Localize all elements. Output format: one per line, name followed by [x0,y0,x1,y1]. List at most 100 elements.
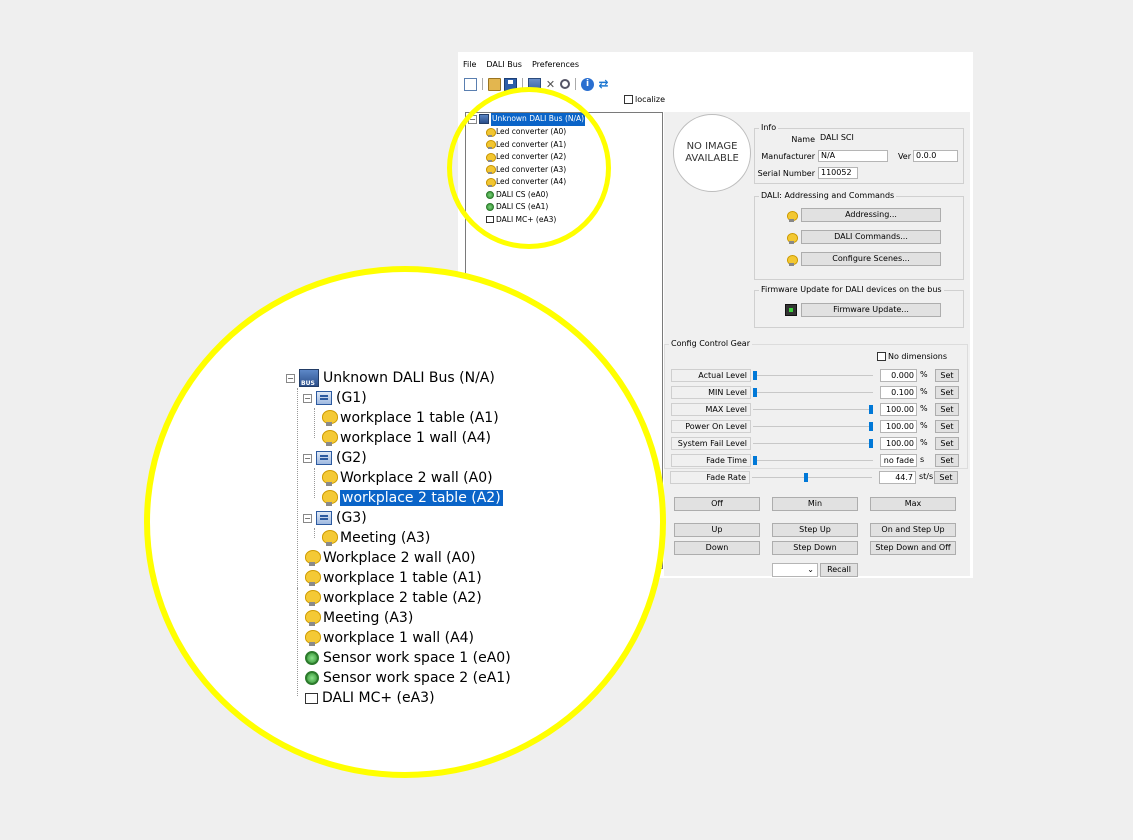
config-value[interactable]: no fade [880,454,917,467]
addressing-button[interactable]: Addressing... [801,208,941,222]
config-value[interactable]: 44.7 [879,471,916,484]
menu-file[interactable]: File [462,60,477,74]
config-unit: s [920,455,925,464]
zoom-group-g1[interactable]: − (G1) [303,388,367,408]
config-group: Config Control Gear No dimensions Actual… [664,339,968,469]
refresh-icon[interactable]: ⇄ [597,77,610,91]
zoom-group-g3[interactable]: − (G3) [303,508,367,528]
info-icon[interactable]: i [581,77,594,91]
firmware-group: Firmware Update for DALI devices on the … [754,285,964,328]
on-and-step-up-button[interactable]: On and Step Up [870,523,956,537]
step-up-button[interactable]: Step Up [772,523,858,537]
sensor-icon [305,671,319,685]
zoom-tree-item[interactable]: Sensor work space 1 (eA0) [305,648,511,668]
dali-commands-button[interactable]: DALI Commands... [801,230,941,244]
slider-track[interactable] [753,409,873,410]
slider-thumb[interactable] [869,439,873,448]
set-button[interactable]: Set [935,437,959,450]
bulb-icon [787,233,798,244]
collapse-icon[interactable]: − [303,453,312,463]
config-label: MAX Level [671,403,751,416]
slider-track[interactable] [753,443,873,444]
set-button[interactable]: Set [934,471,958,484]
collapse-icon[interactable]: − [286,373,295,383]
step-down-button[interactable]: Step Down [772,541,858,555]
group-icon [316,391,332,405]
slider-thumb[interactable] [753,388,757,397]
no-dimensions-option[interactable]: No dimensions [877,352,947,361]
localize-checkbox[interactable] [624,95,633,104]
serial-value: 110052 [818,167,858,179]
slider-thumb[interactable] [753,371,757,380]
manufacturer-value: N/A [818,150,888,162]
zoom-tree-item-selected[interactable]: workplace 2 table (A2) [322,488,503,508]
zoom-tree-item-label: workplace 1 wall (A4) [340,430,492,446]
max-button[interactable]: Max [870,497,956,511]
config-value[interactable]: 100.00 [880,437,917,450]
config-value[interactable]: 0.000 [880,369,917,382]
menu-preferences[interactable]: Preferences [531,60,580,74]
scene-select[interactable]: ⌄ [772,563,818,577]
config-row-fade-rate: Fade Rate 44.7 st/s Set [670,471,962,485]
firmware-update-button[interactable]: Firmware Update... [801,303,941,317]
zoom-tree-item[interactable]: Workplace 2 wall (A0) [305,548,476,568]
config-unit: % [920,404,928,413]
set-button[interactable]: Set [935,369,959,382]
step-down-and-off-button[interactable]: Step Down and Off [870,541,956,555]
zoom-tree-item[interactable]: DALI MC+ (eA3) [305,688,435,708]
zoom-group-g2[interactable]: − (G2) [303,448,367,468]
group-icon [316,511,332,525]
zoom-tree-root[interactable]: − Unknown DALI Bus (N/A) [286,368,495,388]
down-button[interactable]: Down [674,541,760,555]
config-value[interactable]: 100.00 [880,403,917,416]
slider-thumb[interactable] [869,405,873,414]
new-page-icon[interactable] [464,77,477,91]
slider-thumb[interactable] [804,473,809,482]
bulb-icon [322,469,338,487]
configure-scenes-button[interactable]: Configure Scenes... [801,252,941,266]
set-button[interactable]: Set [935,403,959,416]
slider-track[interactable] [753,460,873,461]
tree-connector [297,588,298,696]
config-unit: % [920,387,928,396]
zoom-tree-item[interactable]: Meeting (A3) [305,608,413,628]
zoom-tree-item[interactable]: workplace 1 table (A1) [322,408,499,428]
no-dimensions-checkbox[interactable] [877,352,886,361]
toolbar-separator [575,78,576,90]
config-title: Config Control Gear [669,339,752,348]
recall-button[interactable]: Recall [820,563,858,577]
menu-dali-bus[interactable]: DALI Bus [485,60,523,74]
collapse-icon[interactable]: − [303,513,312,523]
open-folder-icon[interactable] [488,77,501,91]
off-button[interactable]: Off [674,497,760,511]
zoom-tree-item[interactable]: workplace 1 wall (A4) [305,628,474,648]
up-button[interactable]: Up [674,523,760,537]
config-unit: % [920,370,928,379]
slider-track[interactable] [753,426,873,427]
zoom-tree-item[interactable]: workplace 1 table (A1) [305,568,482,588]
slider-track[interactable] [752,477,872,478]
slider-thumb[interactable] [869,422,873,431]
config-label: Power On Level [671,420,751,433]
details-pane: NO IMAGE AVAILABLE Info Name DALI SCI Ma… [664,112,970,577]
zoom-tree-item[interactable]: Workplace 2 wall (A0) [322,468,493,488]
slider-track[interactable] [753,375,873,376]
bulb-icon [322,409,338,427]
zoom-tree-item-label: Meeting (A3) [340,530,431,546]
collapse-icon[interactable]: − [303,393,312,403]
set-button[interactable]: Set [935,386,959,399]
localize-option[interactable]: localize [624,95,665,104]
slider-thumb[interactable] [753,456,757,465]
config-value[interactable]: 100.00 [880,420,917,433]
zoom-tree-item[interactable]: Sensor work space 2 (eA1) [305,668,511,688]
zoom-tree-item[interactable]: Meeting (A3) [322,528,430,548]
zoom-tree-item[interactable]: workplace 1 wall (A4) [322,428,491,448]
set-button[interactable]: Set [935,420,959,433]
find-icon[interactable] [560,79,570,89]
bulb-icon [322,429,338,447]
zoom-tree-item[interactable]: workplace 2 table (A2) [305,588,482,608]
set-button[interactable]: Set [935,454,959,467]
slider-track[interactable] [753,392,873,393]
min-button[interactable]: Min [772,497,858,511]
config-value[interactable]: 0.100 [880,386,917,399]
